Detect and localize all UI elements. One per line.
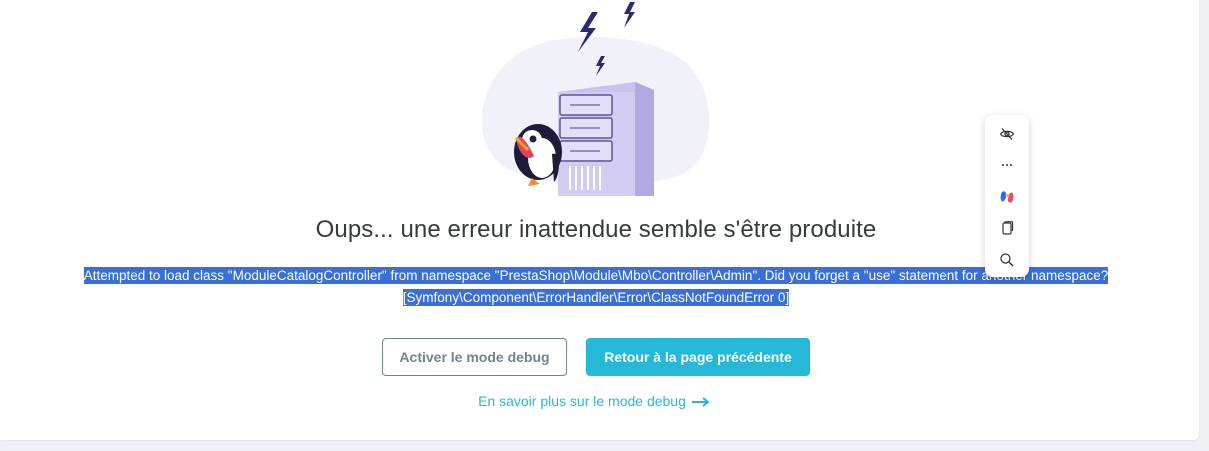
search-icon[interactable]	[995, 248, 1019, 272]
server-icon	[558, 82, 654, 196]
eye-off-icon[interactable]	[995, 122, 1019, 146]
learn-more-link-label: En savoir plus sur le mode debug	[478, 393, 686, 409]
floating-selection-toolbar	[985, 115, 1029, 277]
error-illustration	[470, 0, 720, 200]
puffin-mascot	[514, 124, 562, 186]
copy-icon[interactable]	[995, 216, 1019, 240]
back-button[interactable]: Retour à la page précédente	[586, 338, 810, 376]
learn-more-debug-link[interactable]: En savoir plus sur le mode debug	[0, 393, 1188, 410]
more-icon[interactable]	[995, 152, 1019, 176]
enable-debug-button[interactable]: Activer le mode debug	[382, 338, 567, 376]
arrow-right-icon	[691, 394, 710, 410]
lightning-bolt-icon	[624, 2, 635, 28]
error-exception-line: [Symfony\Component\ErrorHandler\Error\Cl…	[402, 289, 790, 306]
copilot-icon[interactable]	[995, 185, 1019, 209]
error-message-line: Attempted to load class "ModuleCatalogCo…	[83, 267, 1109, 284]
